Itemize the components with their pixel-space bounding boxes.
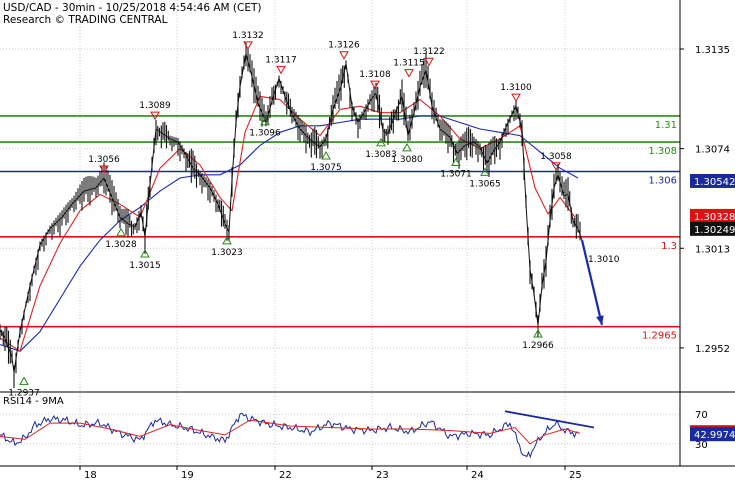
price-tag-label: 1.30249: [694, 225, 735, 236]
level-label: 1.306: [648, 176, 677, 187]
x-tick-label: 23: [376, 470, 389, 480]
swing-low-label: 1.3096: [249, 129, 281, 139]
price-tag-label: 1.30328: [694, 212, 735, 223]
price-tag-label: 1.30542: [694, 177, 735, 188]
level-label: 1.308: [648, 146, 677, 157]
y-tick-label: 1.3135: [695, 45, 730, 56]
swing-low-label: 1.3075: [310, 163, 342, 173]
swing-high-label: 1.3132: [232, 31, 264, 41]
y-tick-label: 1.3013: [695, 244, 730, 255]
swing-high-label: 1.3089: [139, 101, 171, 111]
x-tick-label: 24: [471, 470, 484, 480]
target-label: 1.3010: [588, 255, 620, 265]
price-chart[interactable]: 1.311.3081.3061.31.2965 1.29371.30561.30…: [0, 0, 735, 481]
x-tick-label: 25: [569, 470, 582, 480]
x-tick-label: 18: [84, 470, 97, 480]
swing-high-label: 1.3126: [328, 41, 360, 51]
rsi-tick-label: 30: [695, 440, 708, 451]
y-tick-label: 1.3074: [695, 145, 730, 156]
chart-title: USD/CAD - 30min - 10/25/2018 4:54:46 AM …: [3, 2, 262, 14]
swing-low-label: 1.3071: [440, 170, 472, 180]
swing-low-label: 1.2966: [522, 341, 554, 351]
y-tick-label: 1.2952: [695, 344, 730, 355]
swing-low-label: 1.3015: [129, 261, 161, 271]
swing-low-label: 1.3065: [469, 179, 501, 189]
swing-high-label: 1.3117: [265, 55, 297, 65]
swing-high-label: 1.3108: [359, 70, 391, 80]
swing-low-label: 1.3080: [391, 155, 423, 165]
chart-subtitle: Research © TRADING CENTRAL: [3, 14, 168, 26]
rsi-label: RSI14 - 9MA: [3, 396, 64, 407]
level-label: 1.31: [655, 120, 677, 131]
chart-root: 1.31 1.308 1.306 1.3 1.2965 1.2937 1.3056 1.30…: [0, 0, 735, 481]
level-label: 1.2965: [642, 331, 677, 342]
swing-high-label: 1.3058: [540, 152, 572, 162]
rsi-tick-label: 70: [695, 410, 708, 421]
swing-high-label: 1.3056: [88, 155, 120, 165]
rsi-tag-label: 42.9974: [694, 430, 735, 441]
swing-low-label: 1.3023: [211, 248, 243, 258]
swing-high-label: 1.3115: [393, 59, 425, 69]
level-label: 1.3: [661, 241, 677, 252]
x-tick-label: 22: [279, 470, 292, 480]
x-tick-label: 19: [181, 470, 194, 480]
swing-high-label: 1.3100: [500, 83, 532, 93]
swing-high-label: 1.3122: [413, 47, 445, 57]
swing-low-label: 1.3028: [105, 240, 137, 250]
